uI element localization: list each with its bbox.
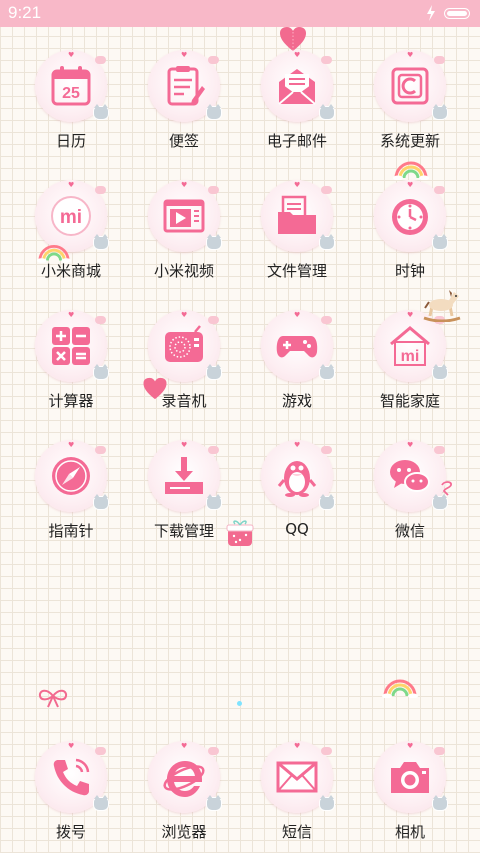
app-disc: ♥ [148,440,222,512]
app-label: 微信 [394,522,425,540]
dock-messages[interactable]: ♥ 短信 [242,741,352,851]
phone-icon [53,758,90,796]
app-calculator[interactable]: ♥ 计算器 [16,310,126,420]
app-label: 短信 [281,823,312,841]
gamepad-icon [276,336,318,358]
app-label: 下载管理 [153,522,214,540]
app-label: QQ [285,520,309,538]
app-disc: ♥ [148,310,222,382]
browser-icon [163,761,205,797]
video-player-icon [163,199,205,233]
app-label: 计算器 [48,392,94,410]
battery-icon [444,8,470,19]
app-disc: ♥ [374,50,448,122]
app-label: 小米视频 [153,262,214,280]
gift-sticker-icon [226,520,254,546]
rocking-horse-sticker-icon [423,290,461,322]
app-notes[interactable]: ♥ 便签 [129,50,239,160]
app-calendar[interactable]: ♥ 25 日历 [16,50,126,160]
app-label: 小米商城 [40,262,101,280]
app-disc: ♥ [35,440,109,512]
app-disc: ♥ [148,50,222,122]
calendar-date: 25 [62,85,80,102]
app-email[interactable]: ♥ 电子邮件 [242,50,352,160]
app-compass[interactable]: ♥ 指南针 [16,440,126,550]
app-label: 智能家庭 [379,392,440,410]
rainbow-sticker-icon [382,679,418,698]
app-label: 相机 [394,823,425,841]
app-downloads[interactable]: ♥ 下载管理 [129,440,239,550]
app-smart-home[interactable]: ♥ mi 智能家庭 [355,310,465,420]
camera-icon [391,762,429,793]
app-qq[interactable]: ♥ QQ [242,440,352,550]
app-disc: ♥ [261,310,335,382]
app-label: 浏览器 [161,823,207,841]
app-disc: ♥ [148,741,222,813]
app-label: 日历 [55,132,86,150]
heart-sticker-icon [280,27,306,51]
app-clock[interactable]: ♥ 时钟 [355,180,465,290]
qq-penguin-icon [277,461,317,497]
message-envelope-icon [276,761,318,793]
app-label: 游戏 [281,392,312,410]
app-file-manager[interactable]: ♥ 文件管理 [242,180,352,290]
app-mi-video[interactable]: ♥ 小米视频 [129,180,239,290]
wechat-icon [390,460,430,492]
app-label: 拨号 [55,823,86,841]
compass-icon [52,457,90,495]
app-disc: ♥ [261,50,335,122]
mi-store-icon: mi [51,196,91,236]
mi-logo-text: mi [60,207,82,228]
dock-browser[interactable]: ♥ 浏览器 [129,741,239,851]
bow-sticker-icon [38,689,68,708]
mi-logo-text: mi [401,348,420,365]
app-disc: ♥ [261,180,335,252]
calendar-icon: 25 [51,66,91,106]
app-label: 电子邮件 [266,132,327,150]
app-disc: ♥ [35,310,109,382]
dock-camera[interactable]: ♥ 相机 [355,741,465,851]
calculator-icon [52,327,90,365]
app-label: 文件管理 [266,262,327,280]
app-disc: ♥ [374,440,448,512]
app-recorder[interactable]: ♥ 录音机 [129,310,239,420]
email-envelope-icon [278,69,316,105]
app-disc: ♥ [148,180,222,252]
app-system-update[interactable]: ♥ 系统更新 [355,50,465,160]
status-time: 9:21 [8,3,42,22]
app-label: 时钟 [394,262,425,280]
system-update-icon [391,67,429,105]
dock-phone[interactable]: ♥ 拨号 [16,741,126,851]
rainbow-sticker-icon [37,245,71,263]
app-disc: ♥ [261,440,335,512]
app-mi-store[interactable]: ♥ mi 小米商城 [16,180,126,290]
ribbon-squiggle-icon [441,481,452,496]
app-disc: ♥ [374,741,448,813]
page-indicator-dot [237,701,242,706]
app-disc: ♥ [261,741,335,813]
radio-recorder-icon [165,325,203,362]
status-bar: 9:21 [0,0,480,27]
notepad-icon [167,66,205,106]
smart-home-icon: mi [390,326,430,366]
app-label: 便签 [168,132,199,150]
app-disc: ♥ 25 [35,50,109,122]
app-disc: ♥ mi [35,180,109,252]
rainbow-sticker-icon [393,161,429,180]
app-games[interactable]: ♥ 游戏 [242,310,352,420]
heart-sticker-icon [143,377,167,400]
app-disc: ♥ [374,180,448,252]
clock-icon [392,199,428,235]
download-icon [165,457,203,494]
charging-bolt-icon [427,5,435,21]
app-label: 系统更新 [379,132,440,150]
folder-icon [278,195,316,234]
app-label: 指南针 [48,522,94,540]
app-disc: ♥ [35,741,109,813]
